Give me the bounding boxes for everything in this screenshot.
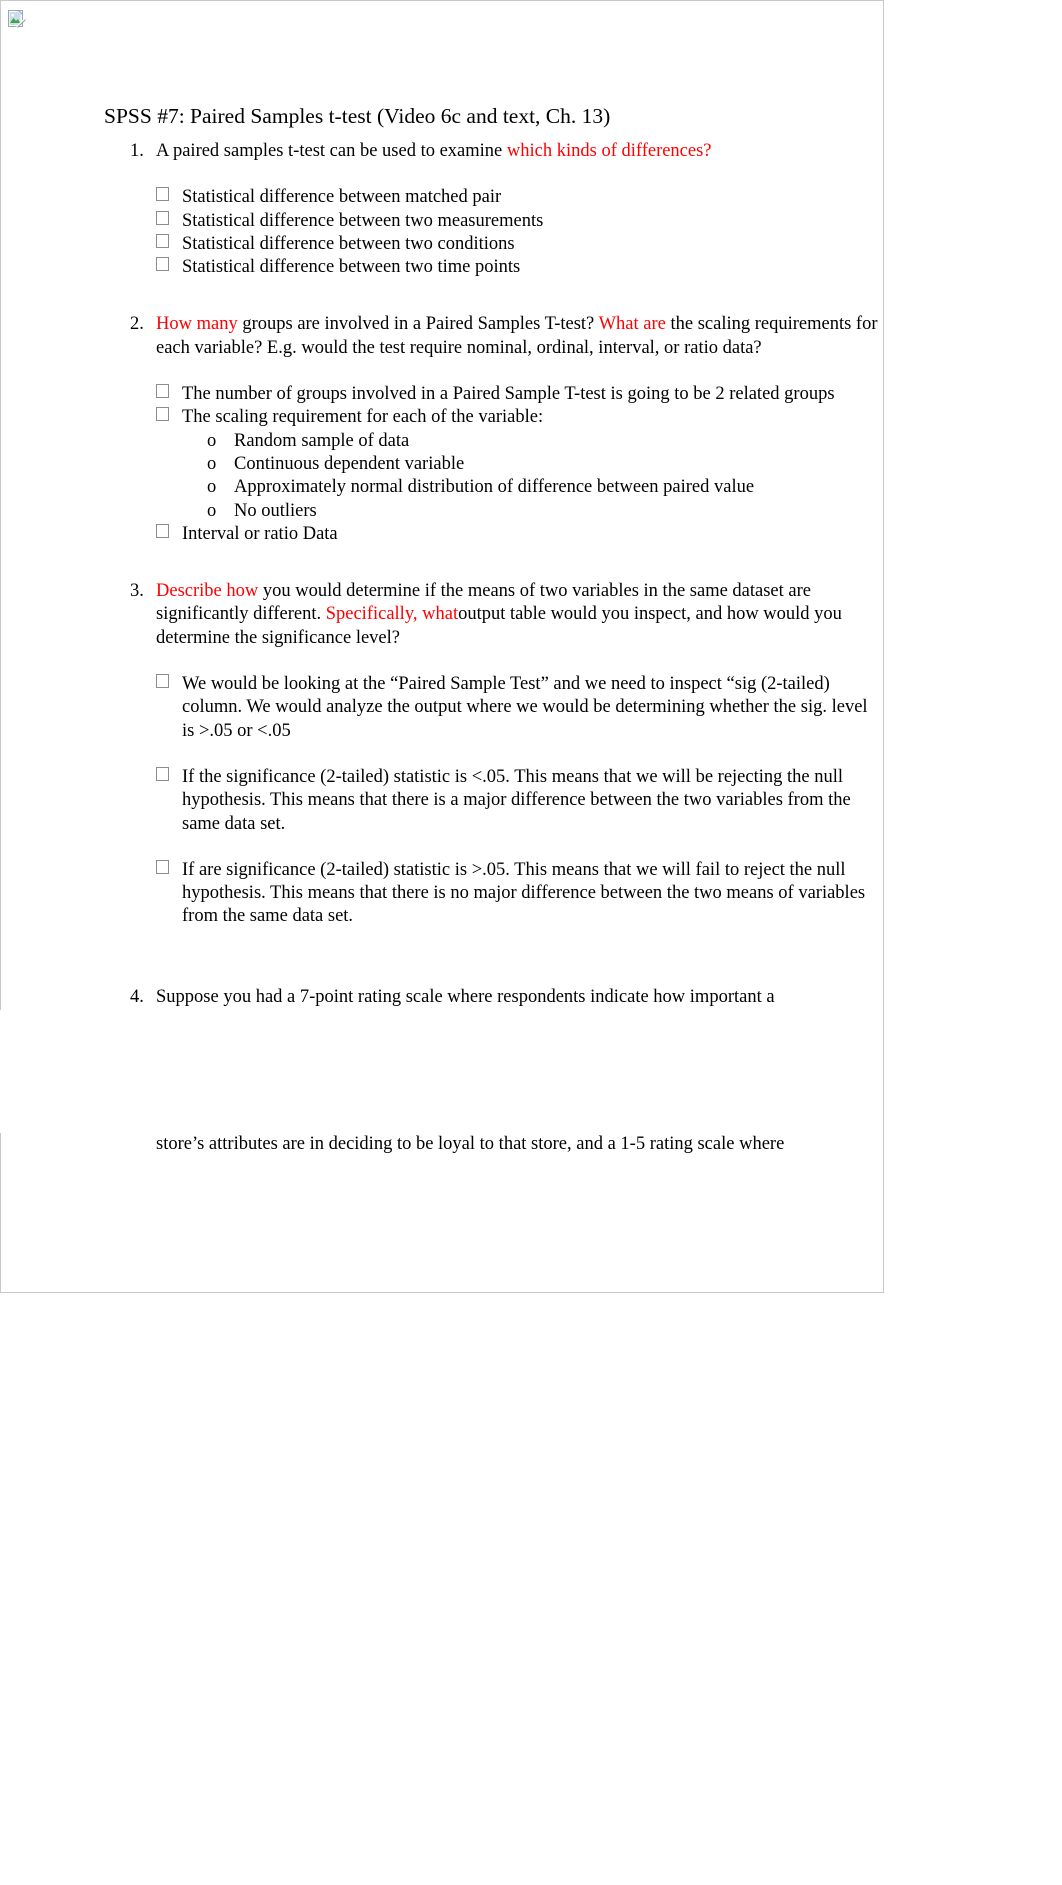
item-1-text: A paired samples t-test can be used to e… <box>156 141 507 161</box>
tofu-bullet-icon <box>156 407 169 422</box>
item-body-3: Describe how you would determine if the … <box>156 580 884 650</box>
list-item: Statistical difference between two measu… <box>0 210 884 233</box>
sub-bullet-text: Random sample of data <box>234 430 410 451</box>
bullet-text: The scaling requirement for each of the … <box>182 407 544 428</box>
item-body-1: A paired samples t-test can be used to e… <box>156 140 884 163</box>
o-bullet-icon: o <box>207 453 217 474</box>
item-2-sub-bullets: o Random sample of data o Continuous dep… <box>0 430 884 523</box>
item-4-continuation: store’s attributes are in deciding to be… <box>156 1134 785 1154</box>
item-3-red-text-2: Specifically, what <box>325 604 459 625</box>
o-bullet-icon: o <box>207 500 217 521</box>
list-item: o No outliers <box>0 500 884 523</box>
tofu-bullet-icon <box>156 674 169 689</box>
list-item: Statistical difference between matched p… <box>0 186 884 209</box>
tofu-bullet-icon <box>156 233 169 248</box>
question-item-3: 3. Describe how you would determine if t… <box>0 580 884 650</box>
item-2-red-text-2: What are <box>598 314 666 335</box>
item-2-red-text-1: How many <box>156 314 238 335</box>
list-item: o Random sample of data <box>0 430 884 453</box>
page-rule-top <box>0 0 884 1</box>
page-rule-right-lower <box>883 1133 884 1293</box>
list-item: We would be looking at the “Paired Sampl… <box>0 673 884 743</box>
item-body-4: Suppose you had a 7-point rating scale w… <box>156 986 775 1007</box>
list-item: o Continuous dependent variable <box>0 453 884 476</box>
bullet-text: Statistical difference between two measu… <box>182 210 544 231</box>
page-title: SPSS #7: Paired Samples t-test (Video 6c… <box>104 104 611 128</box>
tofu-bullet-icon <box>156 384 169 399</box>
list-item: If are significance (2-tailed) statistic… <box>0 859 884 929</box>
tofu-bullet-icon <box>156 210 169 225</box>
tofu-bullet-icon <box>156 257 169 272</box>
item-1-red-text: which kinds of differences? <box>506 141 712 161</box>
question-item-1: 1. A paired samples t-test can be used t… <box>0 140 884 163</box>
broken-image-icon <box>8 9 26 28</box>
list-item: Statistical difference between two condi… <box>0 233 884 256</box>
item-1-bullets: Statistical difference between matched p… <box>0 186 884 279</box>
tofu-bullet-icon <box>156 523 169 538</box>
bullet-text: The number of groups involved in a Paire… <box>182 384 835 405</box>
page-rule-left-lower <box>0 1133 1 1293</box>
o-bullet-icon: o <box>207 477 217 498</box>
question-item-4: 4. Suppose you had a 7-point rating scal… <box>0 986 884 1009</box>
list-item: Interval or ratio Data <box>0 523 884 546</box>
list-item: The scaling requirement for each of the … <box>0 406 884 429</box>
item-3-red-text-1: Describe how <box>156 581 259 602</box>
list-item: If the significance (2-tailed) statistic… <box>0 766 884 836</box>
bullet-text: Statistical difference between matched p… <box>182 187 502 208</box>
item-number-1: 1. <box>130 141 144 161</box>
list-item: o Approximately normal distribution of d… <box>0 476 884 499</box>
item-2-bullets: The number of groups involved in a Paire… <box>0 383 884 430</box>
bullet-text: Interval or ratio Data <box>182 523 338 544</box>
sub-bullet-text: Continuous dependent variable <box>234 453 465 474</box>
bullet-text: If are significance (2-tailed) statistic… <box>182 859 866 927</box>
document-content: 1. A paired samples t-test can be used t… <box>0 140 884 1009</box>
list-item: The number of groups involved in a Paire… <box>0 383 884 406</box>
item-2-text-1: groups are involved in a Paired Samples … <box>237 314 599 335</box>
item-number-2: 2. <box>130 314 144 335</box>
o-bullet-icon: o <box>207 430 217 451</box>
item-2-bullets-cont: Interval or ratio Data <box>0 523 884 546</box>
question-list: 1. A paired samples t-test can be used t… <box>0 140 884 1009</box>
item-number-4: 4. <box>130 986 144 1007</box>
list-item: Statistical difference between two time … <box>0 256 884 279</box>
item-3-bullets: We would be looking at the “Paired Sampl… <box>0 673 884 929</box>
bullet-text: Statistical difference between two condi… <box>182 233 515 254</box>
item-number-3: 3. <box>130 581 144 602</box>
bullet-text: Statistical difference between two time … <box>182 257 521 278</box>
bullet-text: If the significance (2-tailed) statistic… <box>182 766 851 834</box>
tofu-bullet-icon <box>156 766 169 781</box>
bullet-text: We would be looking at the “Paired Sampl… <box>182 674 868 741</box>
tofu-bullet-icon <box>156 187 169 202</box>
sub-bullet-text: Approximately normal distribution of dif… <box>234 477 755 498</box>
sub-bullet-text: No outliers <box>234 500 317 521</box>
question-item-2: 2. How many groups are involved in a Pai… <box>0 313 884 360</box>
item-body-2: How many groups are involved in a Paired… <box>156 313 884 360</box>
tofu-bullet-icon <box>156 859 169 874</box>
